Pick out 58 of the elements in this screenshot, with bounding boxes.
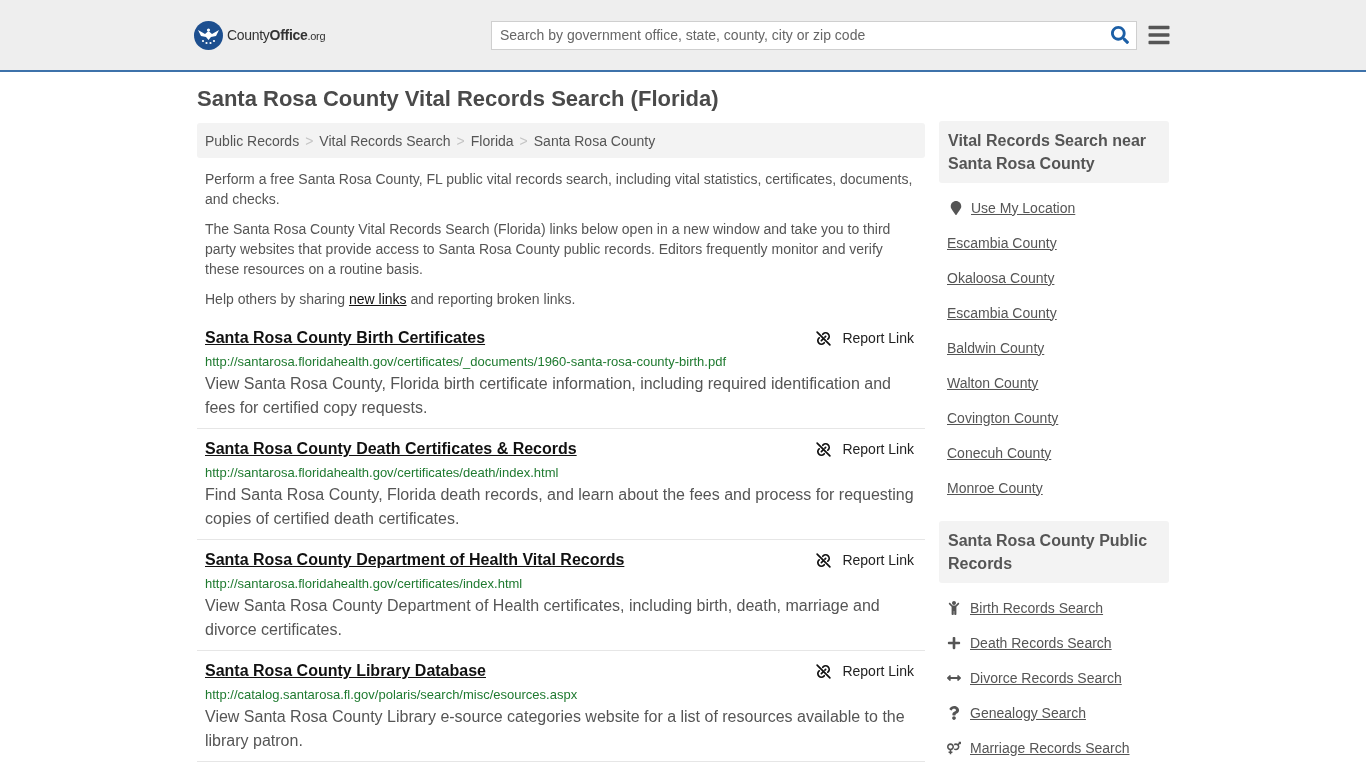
sidebar-link[interactable]: Birth Records Search — [970, 599, 1104, 616]
search-icon[interactable] — [1111, 25, 1129, 44]
sidebar-heading: Santa Rosa County Public Records — [939, 521, 1169, 583]
question-mark-icon — [947, 705, 961, 720]
result-description: Find Santa Rosa County, Florida death records, and learn about the fees and process for requesting copies of certified death certificates. — [205, 485, 914, 529]
gender-symbols-icon — [947, 740, 961, 755]
breadcrumb-separator: > — [305, 132, 314, 149]
broken-link-icon — [815, 662, 833, 680]
report-link[interactable]: Report Link — [815, 440, 914, 458]
help-text: Help others by sharing new links and reporting broken links. — [204, 290, 577, 309]
search-field[interactable]: Search by government office, state, county, city or zip code — [491, 20, 1137, 50]
result-description: View Santa Rosa County Department of Health certificates, including birth, death, marriage and divorce certificates. — [205, 596, 881, 640]
report-link[interactable]: Report Link — [815, 329, 914, 347]
breadcrumb-link[interactable]: Vital Records Search — [319, 132, 451, 149]
broken-link-icon — [815, 329, 833, 347]
menu-icon[interactable] — [1146, 23, 1172, 47]
location-pin-icon — [950, 200, 962, 215]
sidebar-heading: Vital Records Search near Santa Rosa County — [939, 121, 1169, 183]
child-icon — [947, 600, 961, 615]
breadcrumb-link[interactable]: Santa Rosa County — [533, 132, 656, 149]
new-links-link[interactable]: new links — [348, 291, 407, 307]
plus-icon — [947, 635, 961, 650]
result-description: View Santa Rosa County, Florida birth certificate information, including required identification and fees for certified copy requests. — [205, 374, 892, 418]
intro-paragraph: The Santa Rosa County Vital Records Search (Florida) links below open in a new window and take you to third party websites that provide access to Santa Rosa County public records. Editors frequently monitor and verify these resources on a routine basis. — [204, 220, 892, 279]
result-title-link[interactable]: Santa Rosa County Department of Health Vital Records — [205, 550, 625, 570]
result-title-link[interactable]: Santa Rosa County Library Database — [205, 661, 486, 681]
broken-link-icon — [815, 551, 833, 569]
logo-text[interactable]: CountyOffice.org — [227, 27, 326, 43]
result-url[interactable]: http://catalog.santarosa.fl.gov/polaris/search/misc/esources.aspx — [205, 685, 914, 705]
sidebar-link[interactable]: Okaloosa County — [947, 269, 1055, 286]
sidebar-link[interactable]: Death Records Search — [970, 634, 1112, 651]
breadcrumb-link[interactable]: Public Records — [205, 132, 300, 149]
report-link[interactable]: Report Link — [815, 551, 914, 569]
sidebar-link[interactable]: Covington County — [947, 409, 1059, 426]
sidebar-link[interactable]: Use My Location — [971, 199, 1076, 216]
sidebar-link[interactable]: Baldwin County — [947, 339, 1045, 356]
sidebar-link[interactable]: Marriage Records Search — [970, 739, 1130, 756]
broken-link-icon — [815, 440, 833, 458]
result-description: View Santa Rosa County Library e-source categories website for a list of resources available to the library patron. — [205, 707, 906, 751]
result-url[interactable]: http://santarosa.floridahealth.gov/certificates/index.html — [205, 574, 914, 594]
result-url[interactable]: http://santarosa.floridahealth.gov/certificates/_documents/1960-santa-rosa-county-birth.pdf — [205, 352, 914, 372]
sidebar-link[interactable]: Genealogy Search — [970, 704, 1086, 721]
sidebar-link[interactable]: Divorce Records Search — [970, 669, 1122, 686]
sidebar-link[interactable]: Escambia County — [947, 304, 1057, 321]
intro-paragraph: Perform a free Santa Rosa County, FL public vital records search, including vital statistics, certificates, documents, and checks. — [204, 170, 914, 209]
result-title-link[interactable]: Santa Rosa County Birth Certificates — [205, 328, 486, 348]
sidebar-link[interactable]: Conecuh County — [947, 444, 1052, 461]
sidebar-link[interactable]: Walton County — [947, 374, 1039, 391]
page-title: Santa Rosa County Vital Records Search (Florida) — [197, 86, 720, 112]
sidebar-link[interactable]: Escambia County — [947, 234, 1057, 251]
sidebar-link[interactable]: Monroe County — [947, 479, 1043, 496]
seal-logo-icon[interactable] — [194, 20, 223, 50]
breadcrumb-link[interactable]: Florida — [470, 132, 514, 149]
breadcrumb-separator: > — [519, 132, 528, 149]
result-title-link[interactable]: Santa Rosa County Death Certificates & Records — [205, 439, 577, 459]
breadcrumb-separator: > — [456, 132, 465, 149]
report-link[interactable]: Report Link — [815, 662, 914, 680]
result-url[interactable]: http://santarosa.floridahealth.gov/certificates/death/index.html — [205, 463, 914, 483]
